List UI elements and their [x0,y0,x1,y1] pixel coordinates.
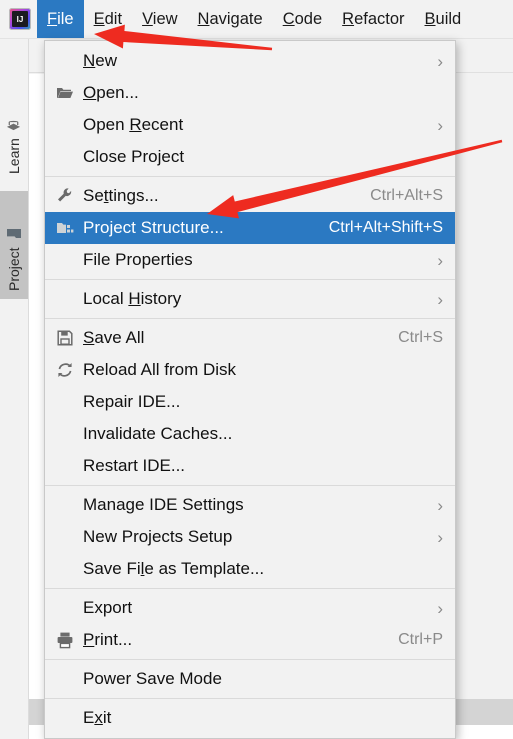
menu-separator [45,588,455,589]
menu-item-label: Exit [83,708,112,727]
menu-item-label: Save All [83,328,145,347]
menubar-item-build[interactable]: Build [415,0,472,38]
menubar-item-file[interactable]: File [37,0,84,38]
menu-item-label: Restart IDE... [83,456,186,475]
menu-item-exit[interactable]: Exit [45,702,455,734]
sidebar-tab-learn[interactable]: Learn [0,96,28,182]
menu-item-label: Local History [83,289,182,308]
menu-item-close-project[interactable]: Close Project [45,141,455,173]
menu-item-restart-ide[interactable]: Restart IDE... [45,450,455,482]
menu-item-local-history[interactable]: Local History › [45,283,455,315]
menu-item-label: Reload All from Disk [83,360,237,379]
menu-item-shortcut: Ctrl+P [398,631,443,648]
menubar-item-navigate[interactable]: Navigate [188,0,273,38]
menu-item-reload-all-from-disk[interactable]: Reload All from Disk [45,354,455,386]
menu-item-label: Print... [83,630,133,649]
graduation-cap-icon [6,117,22,132]
menu-item-label: Invalidate Caches... [83,424,233,443]
menu-item-label: Close Project [83,147,185,166]
left-tool-rail: Learn Project [0,39,29,739]
menu-item-label: File Properties [83,250,193,269]
chevron-right-icon: › [437,598,443,618]
menu-item-open-recent[interactable]: Open Recent › [45,109,455,141]
menu-item-label: Project Structure... [83,218,224,237]
menu-item-label: Open Recent [83,115,184,134]
menu-item-new[interactable]: New › [45,45,455,77]
wrench-icon [55,186,75,206]
menu-item-new-projects-setup[interactable]: New Projects Setup › [45,521,455,553]
chevron-right-icon: › [437,495,443,515]
menu-item-shortcut: Ctrl+Alt+Shift+S [328,219,443,236]
menu-item-label: Open... [83,83,139,102]
menu-item-shortcut: Ctrl+S [398,329,443,346]
sidebar-tab-project[interactable]: Project [0,191,28,299]
menu-item-label: Power Save Mode [83,669,222,688]
menu-item-save-all[interactable]: Save All Ctrl+S [45,322,455,354]
menu-bar: IJ File Edit View Navigate Code Refactor… [0,0,513,39]
menu-item-file-properties[interactable]: File Properties › [45,244,455,276]
sidebar-tab-learn-label: Learn [6,138,22,174]
chevron-right-icon: › [437,289,443,309]
menu-separator [45,485,455,486]
menu-item-label: Repair IDE... [83,392,181,411]
module-icon [55,218,75,238]
sidebar-tab-project-label: Project [6,247,22,291]
menu-item-repair-ide[interactable]: Repair IDE... [45,386,455,418]
menu-item-label: New Projects Setup [83,527,233,546]
menu-item-print[interactable]: Print... Ctrl+P [45,624,455,656]
chevron-right-icon: › [437,527,443,547]
menu-separator [45,318,455,319]
menu-separator [45,279,455,280]
menu-item-label: Save File as Template... [83,559,265,578]
menu-item-settings[interactable]: Settings... Ctrl+Alt+S [45,180,455,212]
reload-icon [55,360,75,380]
intellij-idea-logo-text: IJ [12,11,28,27]
menu-item-export[interactable]: Export › [45,592,455,624]
save-icon [55,328,75,348]
chevron-right-icon: › [437,51,443,71]
menu-item-open[interactable]: Open... [45,77,455,109]
chevron-right-icon: › [437,250,443,270]
menu-item-save-file-as-template[interactable]: Save File as Template... [45,553,455,585]
intellij-idea-logo: IJ [9,8,31,30]
menu-separator [45,176,455,177]
menubar-item-view[interactable]: View [132,0,187,38]
menu-item-label: Export [83,598,133,617]
folder-icon [6,227,22,241]
menu-item-invalidate-caches[interactable]: Invalidate Caches... [45,418,455,450]
menu-separator [45,698,455,699]
menu-item-power-save-mode[interactable]: Power Save Mode [45,663,455,695]
menu-separator [45,659,455,660]
menubar-item-refactor[interactable]: Refactor [332,0,414,38]
menubar-item-edit[interactable]: Edit [84,0,132,38]
menu-item-project-structure[interactable]: Project Structure... Ctrl+Alt+Shift+S [45,212,455,244]
ide-window: Learn Project Pro › m main [0,0,513,739]
file-menu-popup: New › Open... Open Recent › Close Project Sett… [44,40,456,739]
menubar-item-code[interactable]: Code [273,0,332,38]
menu-item-label: Settings... [83,186,159,205]
menu-item-label: Manage IDE Settings [83,495,244,514]
menu-item-manage-ide-settings[interactable]: Manage IDE Settings › [45,489,455,521]
folder-open-icon [55,83,75,103]
chevron-right-icon: › [437,115,443,135]
menu-item-shortcut: Ctrl+Alt+S [370,187,443,204]
print-icon [55,630,75,650]
menu-item-label: New [83,51,118,70]
